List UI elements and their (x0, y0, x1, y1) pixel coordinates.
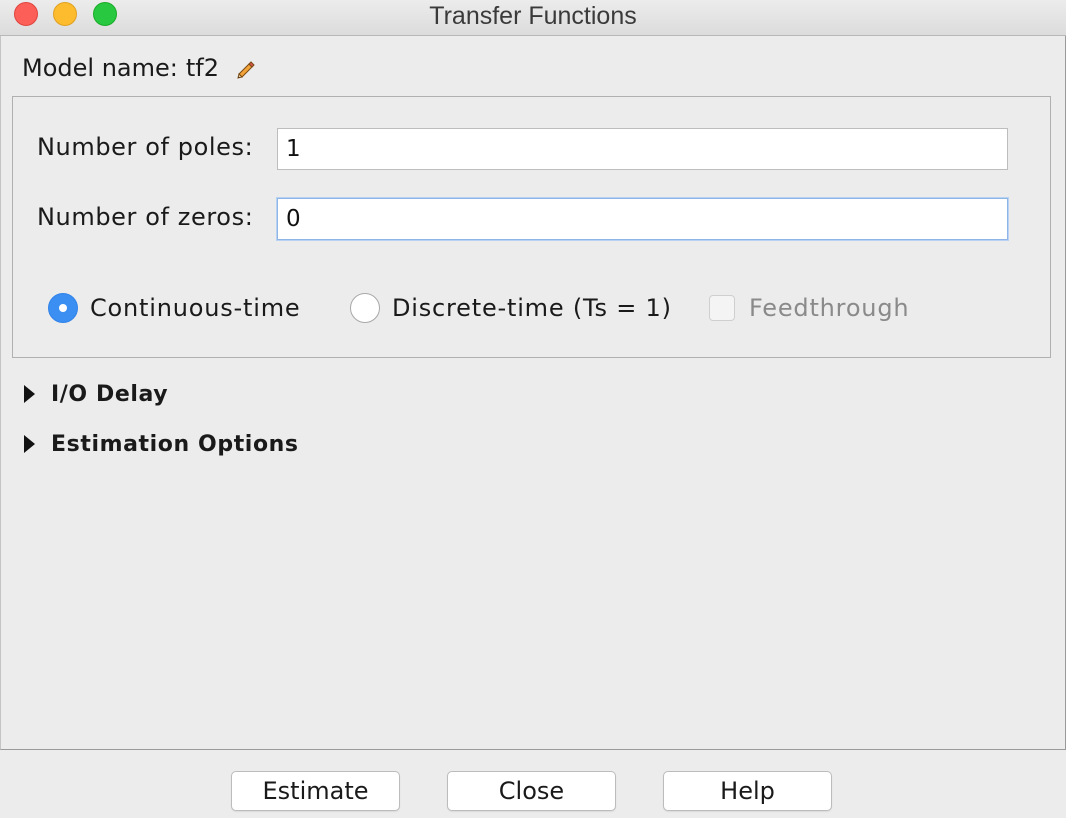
title-bar: Transfer Functions (0, 0, 1066, 36)
poles-label: Number of poles: (37, 133, 254, 161)
continuous-time-label: Continuous-time (90, 294, 301, 322)
estimation-options-label: Estimation Options (51, 431, 299, 457)
estimation-options-section-toggle[interactable]: Estimation Options (24, 429, 299, 459)
feedthrough-label: Feedthrough (749, 294, 910, 322)
model-name-row: Model name: tf2 (22, 52, 257, 84)
discrete-time-radio[interactable] (350, 293, 380, 323)
model-name-value: tf2 (185, 54, 219, 82)
zeros-input[interactable] (277, 198, 1008, 240)
pencil-icon[interactable] (235, 57, 257, 79)
close-button[interactable]: Close (447, 771, 616, 811)
continuous-time-option[interactable]: Continuous-time (48, 291, 300, 325)
estimate-button[interactable]: Estimate (231, 771, 400, 811)
continuous-time-radio[interactable] (48, 293, 78, 323)
io-delay-label: I/O Delay (51, 381, 169, 407)
zeros-label: Number of zeros: (37, 203, 254, 231)
window-title: Transfer Functions (429, 2, 637, 30)
discrete-time-label: Discrete-time (Ts = 1) (392, 294, 672, 322)
poles-input[interactable] (277, 128, 1008, 170)
io-delay-section-toggle[interactable]: I/O Delay (24, 379, 168, 409)
expand-triangle-icon (24, 435, 35, 453)
model-name-label: Model name: (22, 54, 178, 82)
feedthrough-checkbox (709, 295, 735, 321)
model-structure-panel: Number of poles: Number of zeros: Contin… (12, 96, 1051, 358)
expand-triangle-icon (24, 385, 35, 403)
help-button[interactable]: Help (663, 771, 832, 811)
feedthrough-option: Feedthrough (709, 291, 909, 325)
discrete-time-option[interactable]: Discrete-time (Ts = 1) (350, 291, 672, 325)
